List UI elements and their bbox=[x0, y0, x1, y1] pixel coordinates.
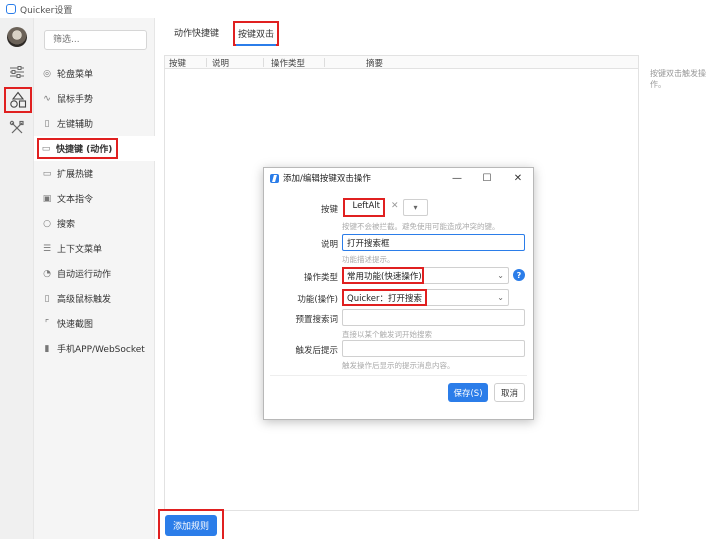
maximize-icon[interactable]: ☐ bbox=[480, 171, 494, 185]
hint-text: 按键双击触发操作。 bbox=[650, 69, 706, 89]
sidebar-item-search[interactable]: ○ 搜索 bbox=[34, 211, 155, 236]
preset-input[interactable] bbox=[342, 309, 525, 326]
tools-icon[interactable] bbox=[5, 116, 29, 140]
sidebar-item-label: 手机APP/WebSocket bbox=[57, 345, 145, 355]
sidebar-item-advanced-mouse[interactable]: ▯ 高级鼠标触发 bbox=[34, 286, 155, 311]
save-button[interactable]: 保存(S) bbox=[448, 383, 488, 402]
gesture-icon: ∿ bbox=[43, 93, 51, 104]
sidebar-item-extended-hotkey[interactable]: ▭ 扩展热键 bbox=[34, 161, 155, 186]
keyboard-icon: ▭ bbox=[42, 168, 52, 179]
column-header[interactable]: 操作类型 bbox=[271, 57, 305, 69]
preset-label: 预置搜索词 bbox=[295, 315, 338, 325]
op-type-label: 操作类型 bbox=[303, 273, 338, 283]
tab-key-double-click[interactable]: 按键双击 bbox=[233, 21, 280, 46]
title-bar: Quicker设置 bbox=[0, 0, 720, 18]
menu-icon: ☰ bbox=[42, 243, 52, 254]
edit-dialog: 添加/编辑按键双击操作 — ☐ ✕ 按键 LeftAlt ✕ ▾ 按键不会被拦截… bbox=[263, 167, 534, 420]
tab-label: 按键双击 bbox=[238, 30, 275, 40]
tab-bar: 动作快捷键 按键双击 bbox=[155, 18, 640, 46]
window-title: Quicker设置 bbox=[20, 5, 73, 16]
sidebar-item-auto-run[interactable]: ◔ 自动运行动作 bbox=[34, 261, 155, 286]
text-icon: ▣ bbox=[42, 193, 52, 204]
column-header[interactable]: 说明 bbox=[212, 57, 229, 69]
dialog-title-bar: 添加/编辑按键双击操作 — ☐ ✕ bbox=[264, 168, 533, 188]
sidebar-item-label: 快捷键 (动作) bbox=[56, 145, 113, 155]
key-dropdown[interactable]: ▾ bbox=[403, 199, 428, 216]
avatar[interactable] bbox=[7, 27, 27, 47]
quicker-logo-icon bbox=[6, 4, 16, 14]
sidebar-item-mouse-gesture[interactable]: ∿ 鼠标手势 bbox=[34, 86, 155, 111]
sidebar-item-hotkey-action[interactable]: ▭ 快捷键 (动作) bbox=[34, 136, 155, 161]
column-separator bbox=[206, 58, 207, 67]
keyboard-icon: ▭ bbox=[41, 143, 51, 154]
clear-key-icon[interactable]: ✕ bbox=[391, 201, 399, 211]
dialog-divider bbox=[270, 375, 527, 376]
sidebar-item-label: 高级鼠标触发 bbox=[57, 295, 112, 305]
column-header[interactable]: 按键 bbox=[169, 57, 186, 69]
sidebar-item-label: 鼠标手势 bbox=[57, 95, 94, 105]
key-help: 按键不会被拦截。避免使用可能造成冲突的键。 bbox=[342, 222, 500, 231]
sidebar-item-left-click-assist[interactable]: ▯ 左键辅助 bbox=[34, 111, 155, 136]
key-highlight bbox=[343, 198, 385, 217]
icon-rail bbox=[0, 18, 34, 539]
sidebar-item-text-command[interactable]: ▣ 文本指令 bbox=[34, 186, 155, 211]
mouse-icon: ▯ bbox=[44, 293, 50, 304]
func-label: 功能(操作) bbox=[297, 295, 338, 305]
minimize-icon[interactable]: — bbox=[450, 171, 464, 185]
chevron-down-icon: ⌄ bbox=[497, 293, 504, 302]
sidebar-item-label: 上下文菜单 bbox=[57, 245, 103, 255]
table-header: 按键 说明 操作类型 摘要 bbox=[165, 56, 638, 69]
sidebar-item-label: 快速截图 bbox=[57, 320, 94, 330]
sidebar-item-label: 搜索 bbox=[57, 220, 76, 230]
desc-input[interactable]: 打开搜索框 bbox=[342, 234, 525, 251]
help-icon[interactable]: ? bbox=[513, 269, 525, 281]
after-label: 触发后提示 bbox=[295, 346, 338, 356]
sidebar-item-label: 左键辅助 bbox=[57, 120, 94, 130]
quicker-logo-icon bbox=[270, 173, 279, 183]
sidebar-search-input[interactable] bbox=[44, 30, 147, 50]
wheel-icon: ◎ bbox=[43, 68, 51, 79]
preset-help: 直接以某个触发词开始搜索 bbox=[342, 330, 432, 339]
search-icon: ○ bbox=[43, 218, 51, 229]
crop-icon: ⌜ bbox=[44, 318, 50, 329]
after-help: 触发操作后显示的提示消息内容。 bbox=[342, 361, 455, 370]
tab-active-indicator bbox=[236, 44, 277, 46]
tab-action-hotkey[interactable]: 动作快捷键 bbox=[174, 26, 219, 39]
column-separator bbox=[263, 58, 264, 67]
sidebar-item-label: 轮盘菜单 bbox=[57, 70, 94, 80]
add-rule-button[interactable]: 添加规则 bbox=[165, 515, 218, 536]
close-icon[interactable]: ✕ bbox=[511, 171, 525, 185]
cancel-button[interactable]: 取消 bbox=[494, 383, 525, 402]
desc-help: 功能描述提示。 bbox=[342, 255, 395, 264]
op-type-highlight bbox=[342, 267, 424, 284]
sliders-icon[interactable] bbox=[5, 60, 29, 84]
alarm-icon: ◔ bbox=[43, 268, 51, 279]
sidebar-item-quick-screenshot[interactable]: ⌜ 快速截图 bbox=[34, 311, 155, 336]
sidebar-item-label: 自动运行动作 bbox=[57, 270, 112, 280]
column-header[interactable]: 摘要 bbox=[366, 57, 383, 69]
sidebar-item-mobile-app[interactable]: ▮ 手机APP/WebSocket bbox=[34, 336, 155, 361]
chevron-down-icon: ⌄ bbox=[497, 271, 504, 280]
sidebar-item-wheel-menu[interactable]: ◎ 轮盘菜单 bbox=[34, 61, 155, 86]
desc-label: 说明 bbox=[320, 240, 338, 250]
column-separator bbox=[324, 58, 325, 67]
sidebar-item-highlight: ▭ 快捷键 (动作) bbox=[37, 138, 119, 159]
key-label: 按键 bbox=[320, 205, 338, 215]
sidebar: ◎ 轮盘菜单 ∿ 鼠标手势 ▯ 左键辅助 ▭ 快捷键 (动作) ▭ 扩展热键 ▣… bbox=[34, 18, 155, 539]
chevron-down-icon: ▾ bbox=[413, 203, 418, 212]
add-rule-highlight: 添加规则 bbox=[158, 509, 225, 539]
sidebar-item-label: 扩展热键 bbox=[57, 170, 94, 180]
func-highlight bbox=[342, 289, 427, 306]
sidebar-item-context-menu[interactable]: ☰ 上下文菜单 bbox=[34, 236, 155, 261]
mouse-icon: ▯ bbox=[44, 118, 50, 129]
shapes-icon[interactable] bbox=[4, 87, 32, 113]
dialog-title: 添加/编辑按键双击操作 bbox=[283, 174, 371, 184]
phone-icon: ▮ bbox=[44, 343, 50, 354]
sidebar-item-label: 文本指令 bbox=[57, 195, 94, 205]
after-input[interactable] bbox=[342, 340, 525, 357]
